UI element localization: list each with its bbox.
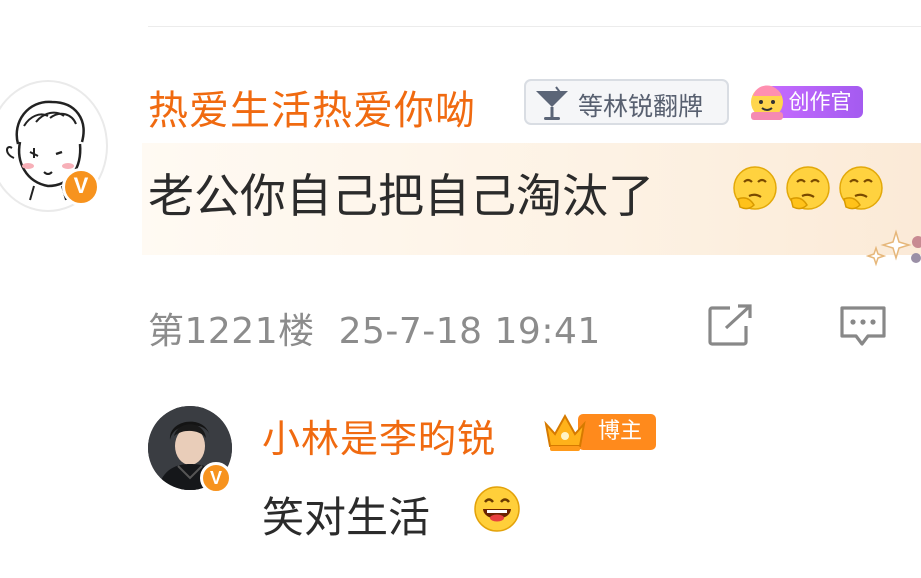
replier-avatar[interactable]: V xyxy=(148,406,232,494)
creator-badge[interactable]: 创作官 xyxy=(745,84,863,120)
reply-text[interactable]: 笑对生活 xyxy=(262,484,430,545)
creator-mascot-icon xyxy=(751,85,783,120)
comment-timestamp: 25-7-18 19:41 xyxy=(338,311,601,352)
floor-number: 第1221楼 xyxy=(148,311,315,352)
blogger-badge[interactable]: 博主 xyxy=(540,410,656,454)
comment-thread: V 热爱生活热爱你呦 等林锐翻牌 创作官 老公你自己把自己淘汰了 第1221楼 … xyxy=(0,0,921,578)
commenter-avatar[interactable]: V xyxy=(0,80,108,212)
verified-badge-icon: V xyxy=(200,462,232,494)
share-icon[interactable] xyxy=(706,304,756,348)
sparkle-decoration-icon xyxy=(866,229,921,267)
divider xyxy=(148,26,921,27)
emoji-row xyxy=(730,163,886,213)
comment-reply-icon[interactable] xyxy=(838,304,890,350)
thinking-emoji-icon xyxy=(839,166,883,210)
thinking-emoji-icon xyxy=(733,166,777,210)
crown-icon xyxy=(544,413,586,451)
fan-badge[interactable]: 等林锐翻牌 xyxy=(524,79,729,125)
cocktail-glass-icon xyxy=(536,86,568,120)
verified-badge-icon: V xyxy=(62,168,100,206)
thinking-emoji-icon xyxy=(786,166,830,210)
comment-meta: 第1221楼 25-7-18 19:41 xyxy=(148,302,601,354)
replier-name[interactable]: 小林是李昀锐 xyxy=(262,408,496,463)
fan-badge-label: 等林锐翻牌 xyxy=(578,92,704,121)
comment-text[interactable]: 老公你自己把自己淘汰了 xyxy=(148,160,654,226)
commenter-name[interactable]: 热爱生活热爱你呦 xyxy=(148,78,476,136)
laughing-emoji-icon xyxy=(474,486,520,532)
